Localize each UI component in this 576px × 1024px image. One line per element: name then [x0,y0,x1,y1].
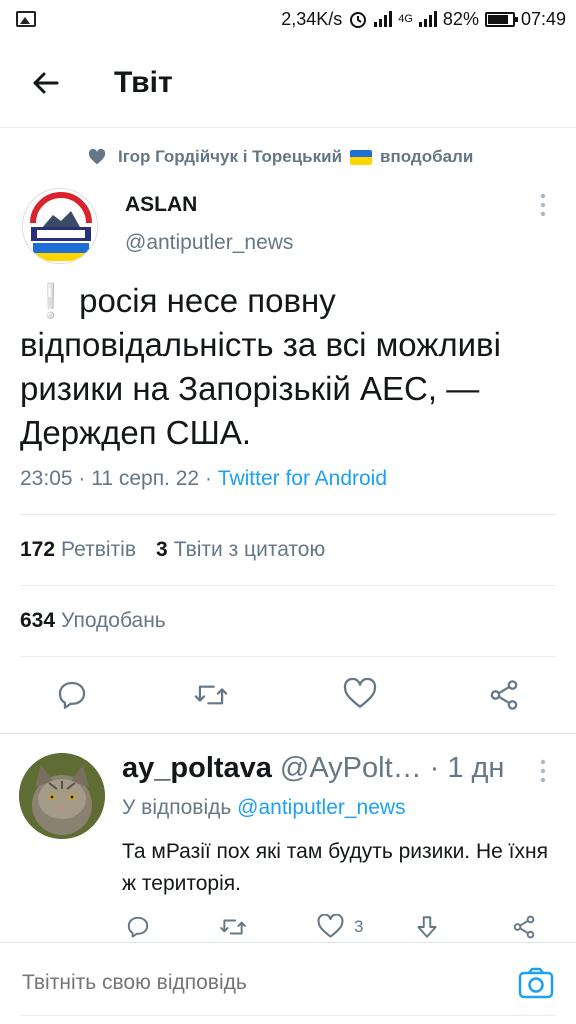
avatar-image [23,189,97,263]
separator-dot: · [429,752,440,784]
network-type: 4G [398,13,413,25]
tweet-actions [0,672,576,722]
divider [20,656,556,657]
retweets-label: Ретвітів [61,538,136,561]
heart-icon [317,914,344,938]
tweet-meta: 23:05 · 11 серп. 22 · Twitter for Androi… [20,467,387,491]
reply-button[interactable] [55,678,89,717]
reply-actions: 3 [0,910,576,946]
likes-stat[interactable]: 634 Уподобань [20,609,166,633]
retweets-stat[interactable]: 172 Ретвітів [20,538,136,562]
retweet-button[interactable] [193,678,229,717]
app-header: Твіт [0,38,576,128]
heart-filled-icon [88,149,106,165]
social-context-action: вподобали [380,147,474,166]
tweet-more-button[interactable] [536,192,550,223]
reply-header: ay_poltava @AyPolt… · 1 дн [122,752,504,785]
reply-more-button[interactable] [536,758,550,789]
retweets-count: 172 [20,538,56,561]
author-name[interactable]: ASLAN [125,193,197,217]
reply-share-button[interactable] [511,914,537,940]
compose-reply-bar [0,942,576,1024]
tweet-timestamp: 23:05 · 11 серп. 22 · [20,467,218,490]
tweet-source-link[interactable]: Twitter for Android [218,467,387,490]
reply-text: Та мРазії пох які там будуть ризики. Не … [122,840,548,895]
tweet-text: ❕ росія несе повну відповідальність за вс… [20,279,565,455]
divider [20,585,556,586]
tweet-stats-row: 172 Ретвітів 3 Твіти з цитатою [20,538,325,562]
divider [20,514,556,515]
likes-label: Уподобань [61,609,166,632]
retweet-icon [220,919,246,935]
author-handle[interactable]: @antiputler_news [125,231,293,255]
battery-icon [484,11,518,27]
reply-icon [58,681,86,709]
share-icon [513,915,535,939]
reply-author-handle[interactable]: @AyPolt… [280,752,422,785]
quotes-count: 3 [156,538,168,561]
reply-retweet-button[interactable] [218,914,248,940]
more-vertical-icon [540,193,546,217]
download-arrow-icon [417,916,437,938]
input-underline [20,1015,556,1016]
reply-like-button[interactable]: 3 [317,914,363,939]
page-title: Твіт [114,65,173,99]
image-notification-icon [16,11,36,27]
reply-author-name[interactable]: ay_poltava [122,752,272,785]
reply-icon [127,916,149,938]
like-button[interactable] [343,677,377,715]
reply-input[interactable] [22,971,492,995]
likes-count: 634 [20,609,56,632]
reply-author-avatar[interactable] [19,753,105,839]
replying-to: У відповідь @antiputler_news [122,796,406,820]
back-button[interactable] [0,38,90,128]
author-avatar[interactable] [22,188,98,264]
quotes-stat[interactable]: 3 Твіти з цитатою [156,538,325,562]
network-speed: 2,34K/s [281,8,343,29]
camera-icon [518,967,554,999]
clock: 07:49 [520,8,566,29]
social-context-users: Ігор Гордійчук і Торецький [118,147,343,166]
share-button[interactable] [487,678,521,717]
battery-percent: 82% [442,8,479,29]
tweet-body: росія несе повну відповідальність за всі… [20,282,501,451]
retweet-icon [194,685,228,705]
reply-timestamp: 1 дн [447,752,505,784]
divider [0,733,576,734]
status-bar: 2,34K/s 4G 82% 07:49 [0,0,576,38]
reply-likes-count: 3 [354,916,364,936]
quotes-label: Твіти з цитатою [173,538,326,561]
ukraine-flag-icon [350,149,373,165]
reply-download-button[interactable] [414,914,440,940]
exclamation-emoji-icon: ❕ [30,282,72,319]
share-icon [490,680,518,710]
heart-icon [343,677,377,708]
replying-to-label: У відповідь [122,796,232,819]
camera-button[interactable] [518,967,554,1004]
social-context[interactable]: Ігор Гордійчук і Торецький вподобали [88,147,473,167]
arrow-left-icon [33,72,59,93]
reply-reply-button[interactable] [125,914,151,940]
more-vertical-icon [540,759,546,783]
cat-avatar-image [19,753,105,839]
signal-icon-2 [418,11,437,27]
replying-to-mention[interactable]: @antiputler_news [237,796,405,819]
signal-icon [374,11,393,27]
alarm-icon [350,12,367,28]
